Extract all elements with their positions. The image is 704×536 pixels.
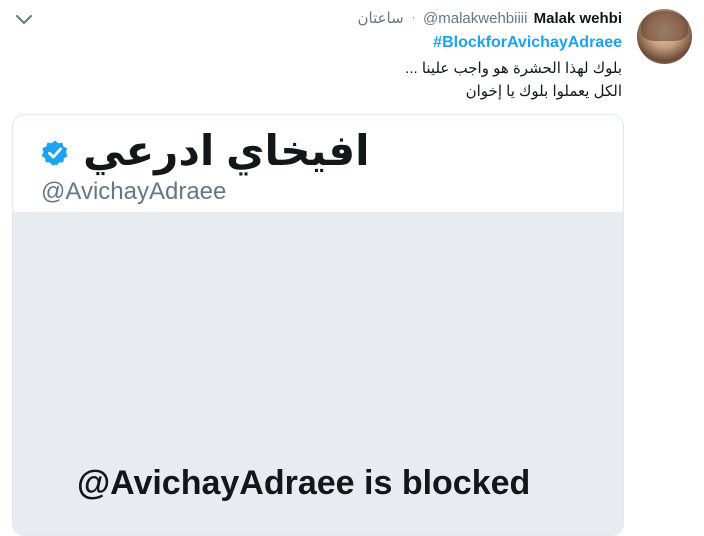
card-display-name: افيخاي ادرعي [83,127,370,174]
chevron-down-icon[interactable] [12,10,36,30]
avatar[interactable] [637,9,692,64]
card-handle: @AvichayAdraee [41,178,227,205]
tweet-header: ساعتان · @malakwehbiiii Malak wehbi [357,9,622,27]
hashtag-link[interactable]: #BlockforAvichayAdraee [433,34,622,52]
card-blocked-message: @AvichayAdraee is blocked [77,464,531,502]
header-separator: · [411,12,415,22]
author-handle[interactable]: @malakwehbiiii [423,10,527,27]
embedded-image-card[interactable]: افيخاي ادرعي @AvichayAdraee @AvichayAdra… [12,114,624,536]
tweet-text-line-2: الكل يعملوا بلوك يا إخوان [465,83,622,100]
verified-badge-icon [41,139,69,167]
tweet-text-line-1: بلوك لهذا الحشرة هو واجب علينا ... [405,60,622,77]
avatar-hair-shape [641,11,688,41]
author-name[interactable]: Malak wehbi [534,10,622,27]
tweet-timestamp[interactable]: ساعتان [357,10,403,27]
